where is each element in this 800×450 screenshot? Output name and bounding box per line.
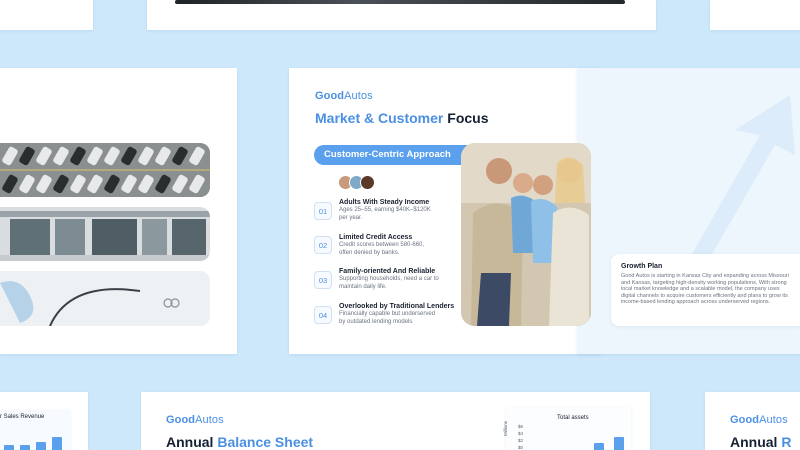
chart-bar [614,437,624,450]
stethoscope-image [0,271,210,326]
parking-lot-graphic [0,143,210,197]
item-description: Credit scores between 580-660, often den… [339,242,425,256]
bottom-left-chart-title: r Sales Revenue [0,414,45,420]
brand-logo: GoodAutos [315,90,373,102]
chart-bar [36,442,46,450]
page-title: Market & Customer Focus [315,110,489,126]
stethoscope-graphic [0,271,210,326]
brand-logo: GoodAutos [730,414,788,426]
top-left-slide [0,0,93,30]
title-rest: Focus [447,110,489,126]
item-number: 04 [314,306,332,324]
brand-good: Good [166,414,196,426]
brand-autos: Autos [195,414,224,426]
item-number: 03 [314,271,332,289]
family-photo-graphic [461,143,591,326]
y-axis-label: Millions [503,420,508,436]
y-tick-label: $4 [518,431,524,436]
brand-logo: GoodAutos [166,414,224,426]
item-description: Supporting households, need a car to mai… [339,276,439,290]
section-pill: Customer-Centric Approach [314,145,479,165]
chart-bar [594,443,604,450]
growth-plan-text: Good Autos is starting in Kansas City an… [621,273,789,306]
y-tick-label: $2 [518,438,524,443]
building-graphic [0,207,210,261]
y-tick-label: $0 [518,445,524,450]
y-tick-label: $6 [518,424,524,429]
item-title: Overlooked by Traditional Lenders [339,303,455,310]
item-number: 02 [314,236,332,254]
bottom-center-title: Annual Balance Sheet [166,434,313,450]
bottom-right-title: Annual R [730,434,791,450]
chart-bar [52,437,62,450]
title-accent: R [781,434,792,450]
title-rest: Annual [166,434,214,450]
parking-lot-image [0,143,210,197]
brand-autos: Autos [344,90,373,102]
chart-bar [20,445,30,450]
item-description: Ages 25–55, earning $40K–$120K per year. [339,207,431,221]
top-center-image-strip [175,0,625,4]
up-arrow-graphic [680,95,795,275]
item-number: 01 [314,202,332,220]
avatar [360,175,375,190]
item-title: Limited Credit Access [339,234,413,241]
brand-good: Good [730,414,760,426]
brand-good: Good [315,90,345,102]
brand-autos: Autos [759,414,788,426]
total-assets-chart-title: Total assets [557,415,589,421]
growth-plan-title: Growth Plan [621,263,663,270]
dealership-building-image [0,207,210,261]
title-accent: Balance Sheet [217,434,314,450]
top-center-slide [147,0,656,30]
title-accent: Market & Customer [315,110,444,126]
top-right-slide [710,0,800,30]
family-photo [461,143,591,326]
item-title: Family-oriented And Reliable [339,268,436,275]
item-description: Financially capable but underserved by o… [339,311,436,325]
item-title: Adults With Steady Income [339,199,430,206]
title-rest: Annual [730,434,778,450]
chart-bar [4,445,14,450]
